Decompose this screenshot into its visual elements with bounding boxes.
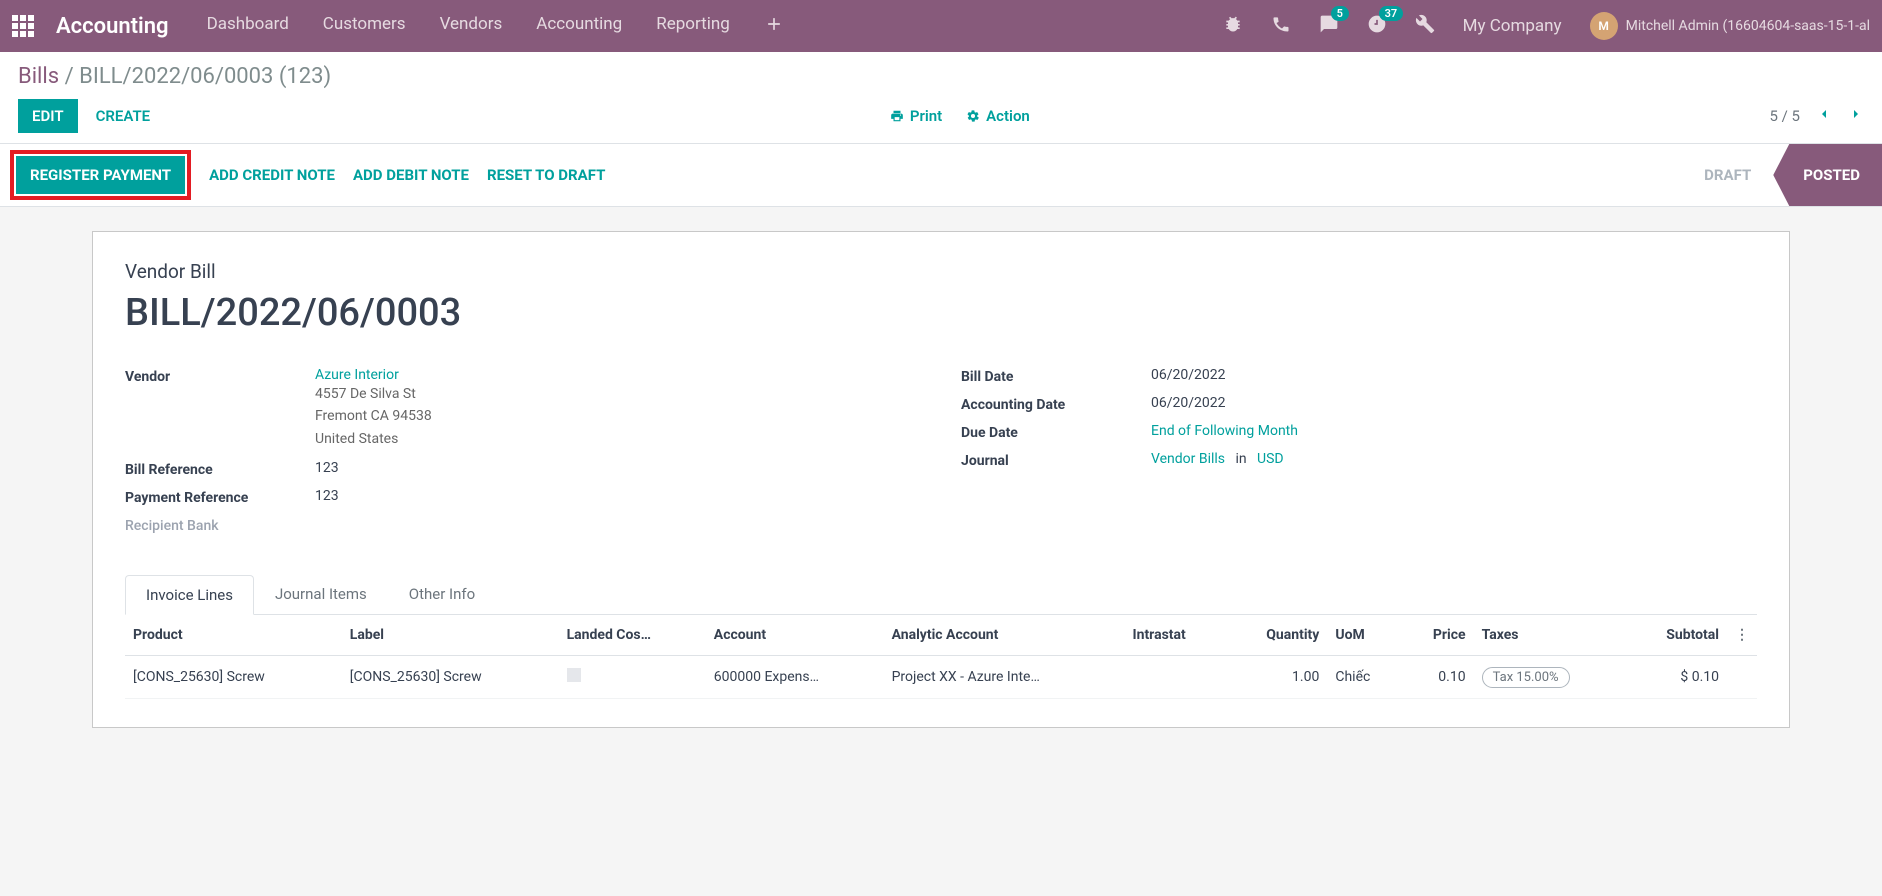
cell-uom: Chiếc [1327, 656, 1402, 699]
th-more[interactable]: ⋮ [1727, 615, 1757, 656]
journal-in: in [1235, 451, 1246, 467]
user-name: Mitchell Admin (16604604-saas-15-1-al [1626, 18, 1870, 34]
th-qty[interactable]: Quantity [1226, 615, 1327, 656]
th-analytic[interactable]: Analytic Account [884, 615, 1125, 656]
company-name[interactable]: My Company [1463, 16, 1562, 36]
nav-customers[interactable]: Customers [323, 14, 406, 38]
nav-accounting[interactable]: Accounting [536, 14, 622, 38]
highlight-annotation: REGISTER PAYMENT [10, 150, 191, 200]
value-pay-ref: 123 [315, 488, 921, 504]
phone-icon[interactable] [1271, 14, 1291, 38]
value-acc-date: 06/20/2022 [1151, 395, 1757, 411]
user-menu[interactable]: M Mitchell Admin (16604604-saas-15-1-al [1590, 12, 1870, 40]
form-card: Vendor Bill BILL/2022/06/0003 Vendor Azu… [92, 231, 1790, 728]
reset-to-draft-button[interactable]: RESET TO DRAFT [487, 166, 605, 184]
label-pay-ref: Payment Reference [125, 488, 315, 506]
pager-next[interactable] [1848, 103, 1864, 129]
doc-title: BILL/2022/06/0003 [125, 291, 1757, 335]
vendor-link[interactable]: Azure Interior [315, 367, 399, 383]
label-acc-date: Accounting Date [961, 395, 1151, 413]
avatar: M [1590, 12, 1618, 40]
activity-badge: 37 [1379, 6, 1404, 21]
th-account[interactable]: Account [706, 615, 884, 656]
journal-currency[interactable]: USD [1257, 451, 1284, 467]
label-bank: Recipient Bank [125, 516, 315, 534]
pager-text: 5 / 5 [1770, 107, 1801, 125]
vendor-addr1: 4557 De Silva St [315, 383, 921, 405]
control-panel: Bills / BILL/2022/06/0003 (123) EDIT CRE… [0, 52, 1882, 144]
cell-subtotal: $ 0.10 [1626, 656, 1727, 699]
apps-grid-icon[interactable] [12, 15, 34, 37]
tools-icon[interactable] [1415, 14, 1435, 38]
label-due-date: Due Date [961, 423, 1151, 441]
invoice-lines-table: Product Label Landed Cos… Account Analyt… [125, 615, 1757, 699]
clock-icon[interactable]: 37 [1367, 14, 1387, 38]
status-posted[interactable]: POSTED [1773, 144, 1882, 206]
add-debit-note-button[interactable]: ADD DEBIT NOTE [353, 166, 469, 184]
label-vendor: Vendor [125, 367, 315, 385]
table-row[interactable]: [CONS_25630] Screw [CONS_25630] Screw 60… [125, 656, 1757, 699]
nav-vendors[interactable]: Vendors [440, 14, 503, 38]
cell-qty: 1.00 [1226, 656, 1327, 699]
value-bill-date: 06/20/2022 [1151, 367, 1757, 383]
statusbar-row: REGISTER PAYMENT ADD CREDIT NOTE ADD DEB… [0, 144, 1882, 207]
bug-icon[interactable] [1223, 14, 1243, 38]
status-draft[interactable]: DRAFT [1682, 144, 1773, 206]
doc-subtitle: Vendor Bill [125, 260, 1757, 283]
chat-badge: 5 [1331, 6, 1349, 21]
label-journal: Journal [961, 451, 1151, 469]
cell-account: 600000 Expens… [706, 656, 884, 699]
th-landed[interactable]: Landed Cos… [559, 615, 706, 656]
gear-icon [966, 109, 980, 123]
due-date-link[interactable]: End of Following Month [1151, 423, 1298, 439]
kebab-icon[interactable]: ⋮ [1735, 627, 1749, 643]
tab-other-info[interactable]: Other Info [388, 574, 496, 614]
cell-product: [CONS_25630] Screw [125, 656, 342, 699]
nav-reporting[interactable]: Reporting [656, 14, 730, 38]
tab-journal-items[interactable]: Journal Items [254, 574, 388, 614]
label-bill-ref: Bill Reference [125, 460, 315, 478]
cell-taxes: Tax 15.00% [1474, 656, 1627, 699]
chat-icon[interactable]: 5 [1319, 14, 1339, 38]
breadcrumb-current: BILL/2022/06/0003 (123) [79, 64, 331, 89]
breadcrumb: Bills / BILL/2022/06/0003 (123) [18, 64, 1864, 89]
register-payment-button[interactable]: REGISTER PAYMENT [16, 156, 185, 194]
tax-tag: Tax 15.00% [1482, 667, 1570, 688]
action-button[interactable]: Action [966, 107, 1030, 125]
cell-price: 0.10 [1402, 656, 1473, 699]
value-bill-ref: 123 [315, 460, 921, 476]
th-intrastat[interactable]: Intrastat [1125, 615, 1227, 656]
cell-intrastat [1125, 656, 1227, 699]
create-button[interactable]: CREATE [96, 107, 151, 125]
vendor-addr2: Fremont CA 94538 [315, 405, 921, 427]
checkbox-placeholder-icon [567, 668, 581, 682]
nav-right-icons: 5 37 My Company M Mitchell Admin (166046… [1223, 12, 1870, 40]
vendor-addr3: United States [315, 428, 921, 450]
nav-menu: Dashboard Customers Vendors Accounting R… [207, 14, 784, 38]
top-navbar: Accounting Dashboard Customers Vendors A… [0, 0, 1882, 52]
cell-landed [559, 656, 706, 699]
pager-prev[interactable] [1816, 103, 1832, 129]
add-credit-note-button[interactable]: ADD CREDIT NOTE [209, 166, 335, 184]
breadcrumb-root[interactable]: Bills [18, 64, 59, 89]
print-icon [890, 109, 904, 123]
cell-analytic: Project XX - Azure Inte… [884, 656, 1125, 699]
th-price[interactable]: Price [1402, 615, 1473, 656]
edit-button[interactable]: EDIT [18, 99, 78, 133]
nav-dashboard[interactable]: Dashboard [207, 14, 289, 38]
tab-invoice-lines[interactable]: Invoice Lines [125, 575, 254, 615]
th-label[interactable]: Label [342, 615, 559, 656]
th-product[interactable]: Product [125, 615, 342, 656]
plus-icon[interactable] [764, 14, 784, 38]
journal-link[interactable]: Vendor Bills [1151, 451, 1225, 467]
print-button[interactable]: Print [890, 107, 942, 125]
th-subtotal[interactable]: Subtotal [1626, 615, 1727, 656]
label-bill-date: Bill Date [961, 367, 1151, 385]
cell-label: [CONS_25630] Screw [342, 656, 559, 699]
th-uom[interactable]: UoM [1327, 615, 1402, 656]
content-area: Vendor Bill BILL/2022/06/0003 Vendor Azu… [0, 207, 1882, 752]
tabs: Invoice Lines Journal Items Other Info [125, 574, 1757, 615]
brand-title: Accounting [56, 14, 169, 39]
th-taxes[interactable]: Taxes [1474, 615, 1627, 656]
